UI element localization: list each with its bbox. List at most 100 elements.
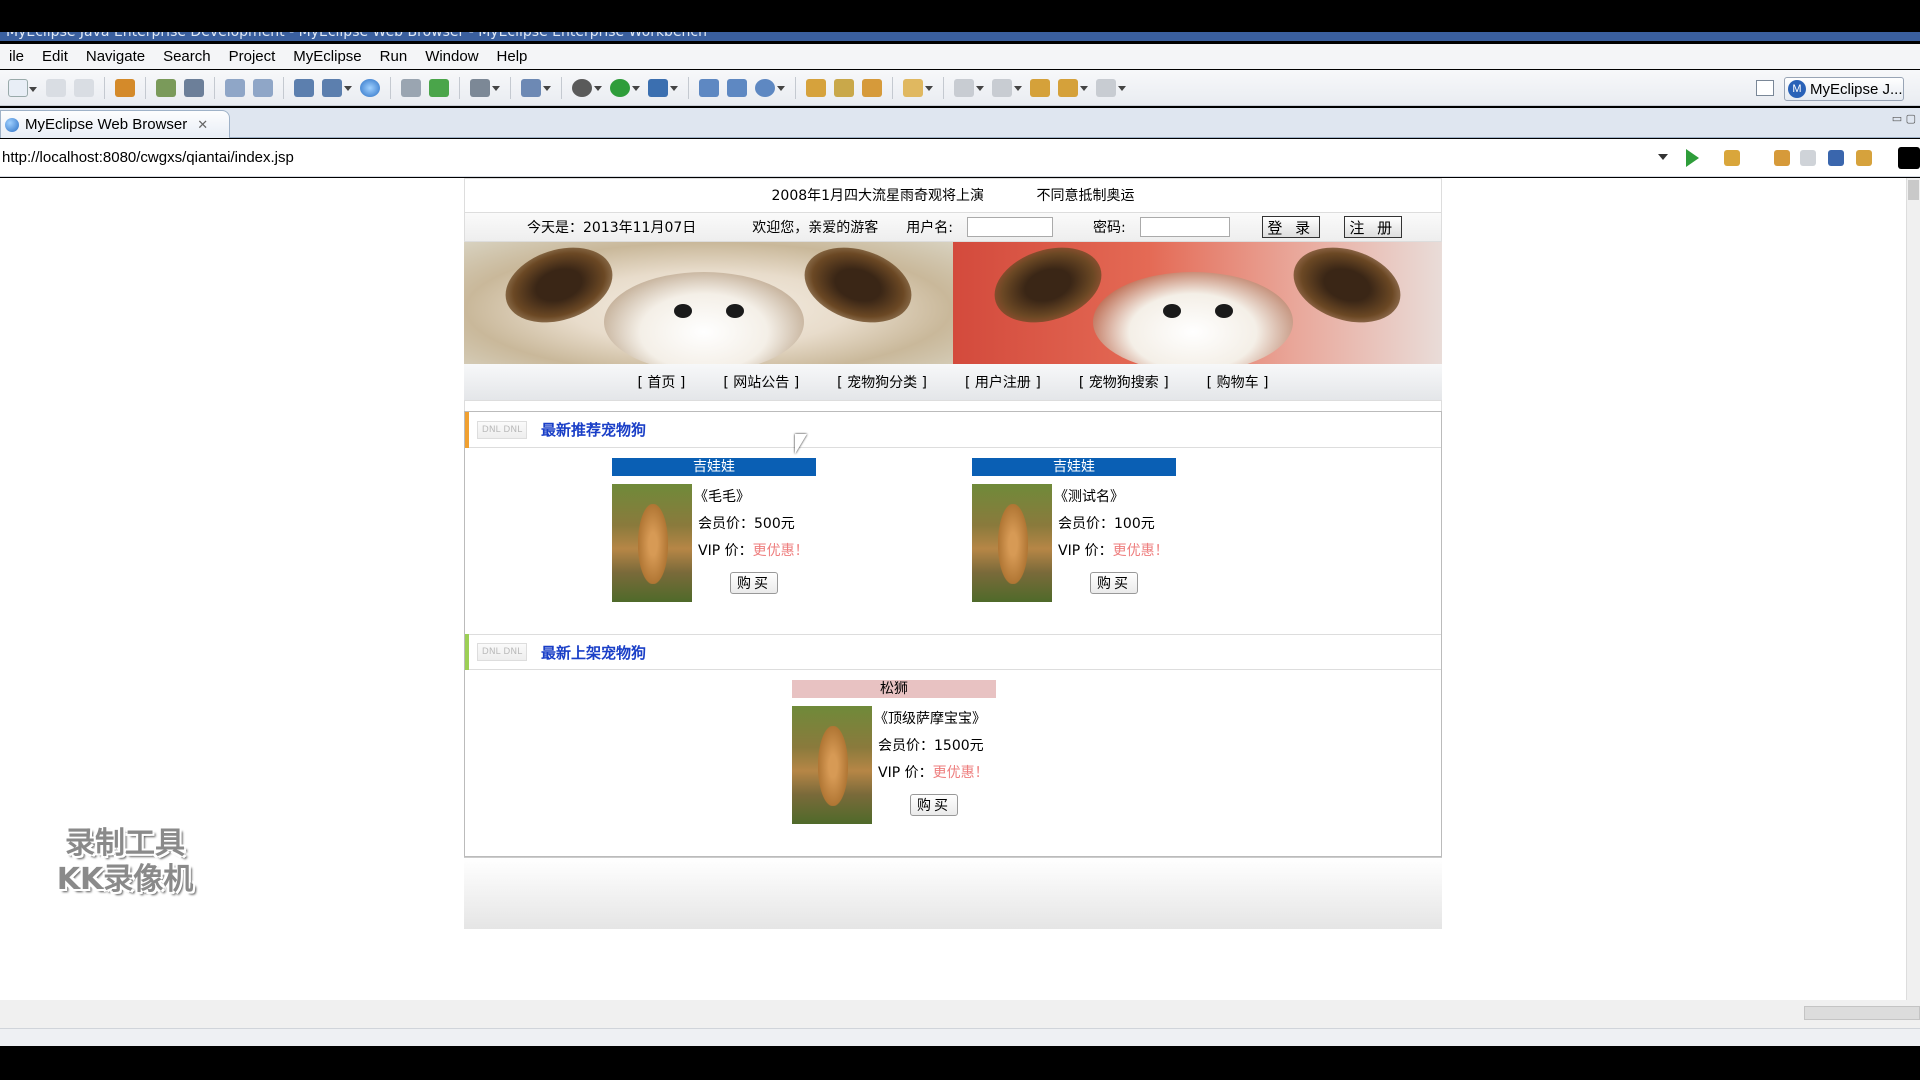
username-input[interactable] [966, 217, 1053, 237]
run-icon[interactable] [610, 78, 640, 97]
password-label: 密码: [1092, 220, 1126, 236]
wizard-icon[interactable] [225, 78, 245, 97]
pet-name[interactable]: 《测试名》 [1054, 484, 1169, 511]
new-class-icon[interactable] [699, 78, 719, 97]
deploy-icon[interactable] [156, 78, 176, 97]
nav-categories[interactable]: [ 宠物狗分类 ] [837, 372, 927, 392]
nav-announcements[interactable]: [ 网站公告 ] [723, 372, 799, 392]
section-header: DNL DNL 最新上架宠物狗 [465, 634, 1441, 670]
package-icon[interactable] [115, 78, 135, 97]
recorder-watermark: 录制工具 KK录像机 [40, 826, 210, 898]
browser-refresh-icon[interactable] [1856, 150, 1872, 166]
open-perspective-icon[interactable] [1756, 80, 1774, 96]
news-item[interactable]: 2008年1月四大流星雨奇观将上演 [772, 188, 985, 204]
section-accent [465, 634, 469, 670]
nav-search[interactable]: [ 宠物狗搜索 ] [1079, 372, 1169, 392]
last-edit-icon[interactable] [1030, 78, 1050, 97]
menu-project[interactable]: Project [220, 48, 285, 65]
debug-icon[interactable] [572, 78, 602, 97]
perspective-label: MyEclipse J... [1810, 80, 1903, 98]
pet-photo[interactable] [792, 706, 872, 824]
annotation-icon[interactable] [903, 78, 933, 97]
open-folder-icon[interactable] [806, 78, 826, 97]
view-menu-icon[interactable] [1898, 147, 1920, 169]
browser-viewport: 2008年1月四大流星雨奇观将上演 不同意抵制奥运 今天是：2013年11月07… [0, 178, 1906, 1000]
new-icon[interactable] [8, 78, 37, 97]
toolbar-separator [510, 76, 511, 99]
pet-category[interactable]: 松狮 [792, 680, 996, 698]
go-icon[interactable] [1686, 149, 1699, 167]
editor-tab-row: MyEclipse Web Browser ✕ ▭ ▢ [0, 108, 1920, 138]
url-history-dropdown-icon[interactable] [1658, 154, 1668, 160]
password-input[interactable] [1139, 217, 1230, 237]
tab-web-browser[interactable]: MyEclipse Web Browser ✕ [0, 110, 230, 138]
prev-annotation-icon[interactable] [992, 78, 1022, 97]
newest-list: 松狮 《顶级萨摩宝宝》 会员价：1500元 VIP 价：更优惠！ 购买 [465, 670, 1441, 856]
register-button[interactable]: 注 册 [1343, 216, 1402, 238]
save-all-icon[interactable] [74, 78, 94, 97]
favorites-icon[interactable] [1724, 150, 1740, 166]
vip-price-label: VIP 价： [878, 765, 933, 781]
browser-back-icon[interactable] [1774, 150, 1790, 166]
vip-price-label: VIP 价： [1058, 543, 1113, 559]
toolbar-separator [283, 76, 284, 99]
horizontal-scrollbar[interactable] [0, 1000, 1920, 1028]
login-button[interactable]: 登 录 [1261, 216, 1320, 238]
menu-myeclipse[interactable]: MyEclipse [284, 48, 370, 65]
stop-icon[interactable] [1828, 150, 1844, 166]
open-type-icon[interactable] [401, 78, 421, 97]
browser-forward-icon[interactable] [1800, 150, 1816, 166]
menu-edit[interactable]: Edit [33, 48, 77, 65]
nav-register[interactable]: [ 用户注册 ] [965, 372, 1041, 392]
next-annotation-icon[interactable] [954, 78, 984, 97]
pet-photo[interactable] [612, 484, 692, 602]
buy-button[interactable]: 购买 [1090, 572, 1138, 594]
server-icon[interactable] [184, 78, 204, 97]
toolbar-separator [214, 76, 215, 99]
generate-icon[interactable] [253, 78, 273, 97]
welcome-text: 欢迎您，亲爱的游客 [752, 220, 879, 236]
member-price: 会员价：1500元 [878, 738, 984, 754]
vertical-scrollbar[interactable] [1906, 178, 1920, 1000]
pet-photo[interactable] [972, 484, 1052, 602]
servers-icon[interactable] [294, 78, 314, 97]
task-icon[interactable] [862, 78, 882, 97]
tab-label: MyEclipse Web Browser [25, 116, 188, 133]
refresh-icon[interactable] [755, 78, 785, 97]
pet-name[interactable]: 《顶级萨摩宝宝》 [874, 706, 989, 733]
nav-home[interactable]: [ 首页 ] [638, 372, 686, 392]
news-item[interactable]: 不同意抵制奥运 [1037, 188, 1135, 204]
perspective-button[interactable]: M MyEclipse J... [1784, 77, 1904, 101]
web-page: 2008年1月四大流星雨奇观将上演 不同意抵制奥运 今天是：2013年11月07… [464, 178, 1442, 929]
buy-button[interactable]: 购买 [730, 572, 778, 594]
camera-icon[interactable] [470, 78, 500, 97]
new-interface-icon[interactable] [727, 78, 747, 97]
menu-window[interactable]: Window [416, 48, 487, 65]
pet-category[interactable]: 吉娃娃 [972, 458, 1176, 476]
nav-cart[interactable]: [ 购物车 ] [1207, 372, 1269, 392]
pet-category[interactable]: 吉娃娃 [612, 458, 816, 476]
menu-search[interactable]: Search [154, 48, 220, 65]
buy-button[interactable]: 购买 [910, 794, 958, 816]
member-price: 会员价：100元 [1058, 516, 1155, 532]
back-icon[interactable] [1058, 78, 1088, 97]
design-icon[interactable] [521, 78, 551, 97]
external-tools-icon[interactable] [648, 78, 678, 97]
save-icon[interactable] [46, 78, 66, 97]
server-run-icon[interactable] [322, 78, 352, 97]
view-controls[interactable]: ▭ ▢ [1892, 112, 1916, 125]
pencil-icon[interactable] [834, 78, 854, 97]
forward-icon[interactable] [1096, 78, 1126, 97]
close-icon[interactable]: ✕ [197, 117, 208, 133]
member-price: 会员价：500元 [698, 516, 795, 532]
menu-file[interactable]: ile [0, 48, 33, 65]
pet-name[interactable]: 《毛毛》 [694, 484, 809, 511]
browser-icon[interactable] [360, 78, 380, 97]
status-bar [0, 1028, 1920, 1046]
new-package-icon[interactable] [429, 78, 449, 97]
vip-price-value: 更优惠！ [752, 543, 809, 559]
menu-help[interactable]: Help [488, 48, 537, 65]
menu-run[interactable]: Run [371, 48, 417, 65]
url-input[interactable] [2, 145, 1642, 170]
menu-navigate[interactable]: Navigate [77, 48, 154, 65]
